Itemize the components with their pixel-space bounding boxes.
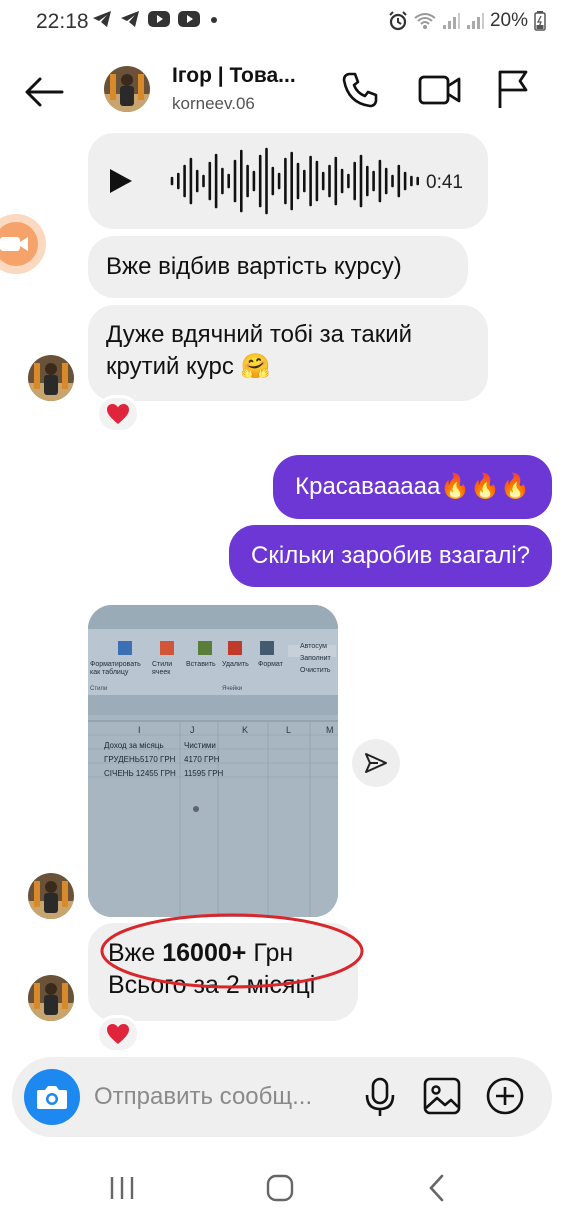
ribbon-button: Стили ячеек	[152, 661, 173, 676]
message-input[interactable]	[94, 1079, 356, 1115]
signal-icon	[466, 13, 484, 29]
battery-icon	[534, 11, 546, 31]
heart-reaction[interactable]	[96, 395, 140, 433]
gallery-button[interactable]	[422, 1075, 462, 1117]
system-icons: 20%	[388, 10, 546, 32]
flag-icon	[498, 70, 528, 108]
column-header: M	[326, 725, 334, 735]
ribbon-button: Форматировать как таблицу	[90, 661, 141, 676]
camera-button[interactable]	[24, 1069, 80, 1125]
heart-icon	[107, 404, 129, 424]
play-icon[interactable]	[108, 167, 134, 195]
chevron-left-icon	[429, 1174, 444, 1202]
contact-name[interactable]: Ігор | Това...	[172, 64, 296, 88]
back-button[interactable]	[22, 70, 66, 114]
send-icon	[365, 753, 387, 773]
ribbon-group-label: Ячейки	[222, 686, 243, 692]
system-back-button[interactable]	[426, 1172, 448, 1204]
contact-avatar[interactable]	[28, 355, 74, 401]
column-header: I	[138, 725, 141, 735]
telegram-icon	[93, 11, 111, 27]
share-button[interactable]	[352, 739, 400, 787]
avatar-image	[28, 873, 74, 919]
call-button[interactable]	[340, 70, 380, 110]
home-button[interactable]	[264, 1172, 296, 1204]
column-header: J	[190, 725, 195, 735]
table-cell: ГРУДЕНЬ5170 ГРН	[104, 755, 176, 764]
ribbon-right: Автосум Заполнит Очистить	[300, 641, 331, 677]
spreadsheet-table: Доход за місяць Чистими ГРУДЕНЬ5170 ГРН …	[104, 739, 223, 781]
contact-username[interactable]: korneev.06	[172, 94, 255, 114]
contact-avatar[interactable]	[28, 975, 74, 1021]
annotation-circle	[100, 913, 364, 989]
wifi-icon	[414, 13, 436, 29]
avatar-image	[28, 975, 74, 1021]
heart-icon	[107, 1024, 129, 1044]
message-composer	[12, 1057, 552, 1137]
ribbon-button: Формат	[258, 661, 283, 668]
battery-percent: 20%	[489, 10, 528, 31]
voice-duration: 0:41	[426, 172, 463, 193]
telegram-icon	[121, 11, 139, 27]
system-nav-bar	[0, 1150, 564, 1222]
youtube-icon	[178, 11, 200, 27]
video-call-button[interactable]	[418, 70, 462, 110]
table-cell: Чистими	[184, 741, 216, 750]
heart-reaction[interactable]	[96, 1015, 140, 1053]
report-button[interactable]	[494, 68, 532, 110]
column-header: L	[286, 725, 292, 735]
ribbon-group-label: Стили	[90, 686, 108, 692]
voice-record-button[interactable]	[362, 1077, 398, 1117]
outgoing-message[interactable]: Скільки заробив взагалі?	[229, 525, 552, 587]
ribbon-buttons: Форматировать как таблицу Стили ячеек Вс…	[90, 661, 290, 677]
ribbon-item: Очистить	[300, 667, 331, 674]
incoming-message[interactable]: Дуже вдячний тобі за такий крутий курс 🤗	[88, 305, 488, 401]
ribbon-item: Автосум	[300, 643, 327, 650]
status-time: 22:18	[36, 10, 89, 33]
avatar-image	[104, 66, 150, 112]
status-bar: 22:18 20%	[0, 0, 564, 46]
signal-icon	[442, 13, 460, 29]
video-camera-icon	[418, 75, 461, 105]
avatar-image	[28, 355, 74, 401]
home-icon	[266, 1174, 294, 1202]
dot-icon	[211, 17, 217, 23]
image-icon	[423, 1077, 461, 1115]
table-cell: 11595 ГРН	[184, 769, 224, 778]
plus-circle-icon	[486, 1077, 524, 1115]
photo-message[interactable]: Форматировать как таблицу Стили ячеек Вс…	[88, 605, 338, 917]
recent-apps-button[interactable]	[106, 1174, 138, 1202]
table-row: Доход за місяць Чистими	[104, 739, 223, 753]
outgoing-message[interactable]: Красавааааа🔥🔥🔥	[273, 455, 552, 519]
voice-message[interactable]: 0:41	[88, 133, 488, 229]
contact-avatar[interactable]	[28, 873, 74, 919]
camera-icon	[37, 1086, 67, 1109]
alarm-icon	[389, 11, 407, 31]
column-header: K	[242, 725, 249, 735]
video-chat-badge-icon[interactable]	[0, 214, 46, 274]
recent-apps-icon	[110, 1177, 134, 1199]
chat-header: Ігор | Това... korneev.06	[0, 56, 564, 128]
ribbon-button: Удалить	[222, 661, 249, 668]
arrow-left-icon	[25, 77, 64, 107]
add-button[interactable]	[484, 1075, 526, 1117]
table-cell: Доход за місяць	[104, 741, 164, 750]
header-avatar[interactable]	[104, 66, 150, 112]
incoming-message[interactable]: Вже відбив вартість курсу)	[88, 236, 468, 298]
ribbon-button: Вставить	[186, 661, 216, 668]
table-cell: 4170 ГРН	[184, 755, 220, 764]
notification-icons	[92, 10, 220, 28]
phone-icon	[342, 72, 378, 108]
microphone-icon	[365, 1077, 395, 1116]
table-row: ГРУДЕНЬ5170 ГРН 4170 ГРН	[104, 753, 223, 767]
column-headers: I J K L M	[138, 725, 338, 735]
youtube-icon	[148, 11, 170, 27]
table-row: СІЧЕНЬ 12455 ГРН 11595 ГРН	[104, 767, 223, 781]
table-cell: СІЧЕНЬ 12455 ГРН	[104, 769, 176, 778]
ribbon-item: Заполнит	[300, 655, 331, 662]
